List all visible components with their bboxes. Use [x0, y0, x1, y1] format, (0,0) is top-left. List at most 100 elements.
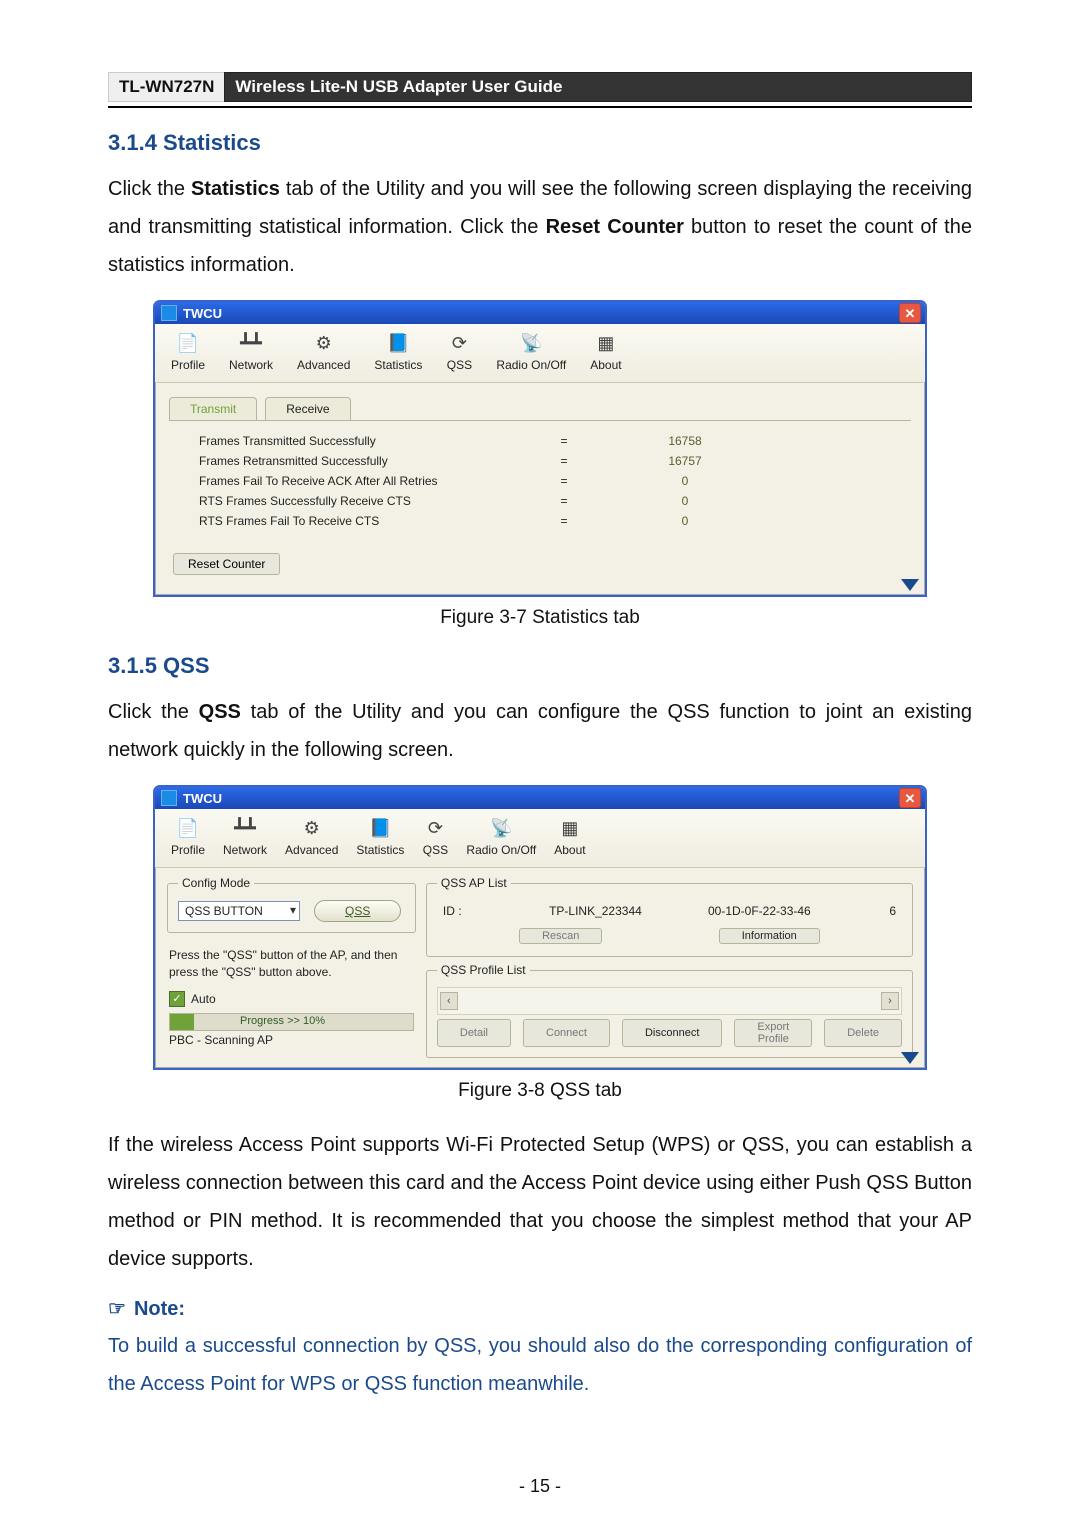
- tab-radio[interactable]: 📡Radio On/Off: [496, 332, 566, 372]
- toolbar: 📄Profile ┻┻ Network ⚙Advanced 📘Statistics…: [155, 324, 925, 383]
- qss-window: TWCU ✕ 📄Profile ┻┻Network ⚙ Advanced 📘 Sta…: [153, 785, 927, 1070]
- chevron-down-icon[interactable]: [901, 579, 919, 591]
- equals: =: [529, 434, 599, 448]
- tab-label: QSS: [423, 843, 448, 857]
- ap-index: 6: [876, 904, 896, 918]
- stat-label: Frames Retransmitted Successfully: [169, 454, 529, 468]
- kw-statistics: Statistics: [191, 178, 280, 200]
- tab-about[interactable]: ▦ About: [554, 817, 585, 857]
- window-close-button[interactable]: ✕: [899, 788, 921, 808]
- profile-list-legend: QSS Profile List: [437, 963, 530, 977]
- antenna-icon: 📡: [518, 332, 544, 354]
- ap-list-legend: QSS AP List: [437, 876, 511, 890]
- chevron-down-icon[interactable]: [901, 1052, 919, 1064]
- chevron-left-icon[interactable]: ‹: [440, 992, 458, 1010]
- config-mode-select[interactable]: QSS BUTTON: [178, 901, 300, 921]
- information-button[interactable]: Information: [719, 928, 820, 944]
- tab-label: Network: [229, 358, 273, 372]
- text: Click the: [108, 701, 199, 723]
- book-icon: 📘: [367, 817, 393, 839]
- table-row: Frames Retransmitted Successfully = 1675…: [169, 451, 911, 471]
- tab-statistics[interactable]: 📘Statistics: [374, 332, 422, 372]
- heading-qss: 3.1.5 QSS: [108, 653, 972, 679]
- table-row: RTS Frames Successfully Receive CTS = 0: [169, 491, 911, 511]
- tab-label: Advanced: [285, 843, 338, 857]
- antenna-icon: 📡: [488, 817, 514, 839]
- tab-about[interactable]: ▦About: [590, 332, 621, 372]
- statistics-window: TWCU ✕ 📄Profile ┻┻ Network ⚙Advanced 📘Sta…: [153, 300, 927, 597]
- tab-qss[interactable]: ⟳QSS: [446, 332, 472, 372]
- qss-hint-text: Press the "QSS" button of the AP, and th…: [169, 947, 416, 981]
- progress-fill: [170, 1014, 194, 1030]
- paragraph-qss-explain: If the wireless Access Point supports Wi…: [108, 1126, 972, 1278]
- page-number: - 15 -: [0, 1476, 1080, 1497]
- text: Click the: [108, 178, 191, 200]
- stat-value: 0: [599, 494, 911, 508]
- subtab-receive[interactable]: Receive: [265, 397, 350, 420]
- rescan-button[interactable]: Rescan: [519, 928, 602, 944]
- equals: =: [529, 494, 599, 508]
- window-title: TWCU: [183, 791, 222, 806]
- pointer-icon: ☞: [108, 1298, 126, 1320]
- table-row: RTS Frames Fail To Receive CTS = 0: [169, 511, 911, 531]
- titlebar: TWCU ✕: [155, 302, 925, 324]
- profile-icon: 📄: [175, 817, 201, 839]
- export-profile-button[interactable]: Export Profile: [734, 1019, 812, 1047]
- tab-label: About: [590, 358, 621, 372]
- tab-label: Radio On/Off: [466, 843, 536, 857]
- table-row: Frames Fail To Receive ACK After All Ret…: [169, 471, 911, 491]
- figure-caption-3-7: Figure 3-7 Statistics tab: [108, 607, 972, 629]
- profile-list-panel: QSS Profile List ‹ › Detail Connect Disc…: [426, 963, 913, 1058]
- heading-statistics: 3.1.4 Statistics: [108, 130, 972, 156]
- refresh-icon: ⟳: [422, 817, 448, 839]
- auto-checkbox-row[interactable]: ✓ Auto: [169, 991, 416, 1007]
- table-row: Frames Transmitted Successfully = 16758: [169, 431, 911, 451]
- refresh-icon: ⟳: [446, 332, 472, 354]
- qss-left-column: Config Mode QSS BUTTON QSS Press the "QS…: [167, 876, 416, 1064]
- tab-qss[interactable]: ⟳ QSS: [422, 817, 448, 857]
- note-body: To build a successful connection by QSS,…: [108, 1327, 972, 1403]
- status-text: PBC - Scanning AP: [169, 1033, 414, 1047]
- doc-header: TL-WN727N Wireless Lite-N USB Adapter Us…: [108, 72, 972, 102]
- qss-right-column: QSS AP List ID : TP-LINK_223344 00-1D-0F…: [426, 876, 913, 1064]
- checkbox-checked-icon[interactable]: ✓: [169, 991, 185, 1007]
- stat-value: 16757: [599, 454, 911, 468]
- network-icon: ┻┻: [238, 332, 264, 354]
- disconnect-button[interactable]: Disconnect: [622, 1019, 722, 1047]
- network-icon: ┻┻: [232, 817, 258, 839]
- tab-profile[interactable]: 📄Profile: [171, 817, 205, 857]
- profile-list-scroll[interactable]: ‹ ›: [437, 987, 902, 1015]
- tab-network[interactable]: ┻┻ Network: [229, 332, 273, 372]
- tab-advanced[interactable]: ⚙Advanced: [297, 332, 350, 372]
- note-label: Note:: [134, 1298, 185, 1320]
- auto-label: Auto: [191, 992, 216, 1006]
- about-icon: ▦: [557, 817, 583, 839]
- delete-button[interactable]: Delete: [824, 1019, 902, 1047]
- equals: =: [529, 514, 599, 528]
- qss-push-button[interactable]: QSS: [314, 900, 401, 922]
- window-close-button[interactable]: ✕: [899, 303, 921, 323]
- tab-label: Profile: [171, 358, 205, 372]
- gear-icon: ⚙: [299, 817, 325, 839]
- tab-network[interactable]: ┻┻Network: [223, 817, 267, 857]
- window-body: Config Mode QSS BUTTON QSS Press the "QS…: [155, 868, 925, 1068]
- tab-statistics[interactable]: 📘 Statistics: [356, 817, 404, 857]
- reset-counter-button[interactable]: Reset Counter: [173, 553, 280, 575]
- tab-label: Statistics: [356, 843, 404, 857]
- tab-label: Advanced: [297, 358, 350, 372]
- tab-advanced[interactable]: ⚙ Advanced: [285, 817, 338, 857]
- app-icon: [161, 790, 177, 806]
- tab-label: About: [554, 843, 585, 857]
- stat-value: 0: [599, 514, 911, 528]
- connect-button[interactable]: Connect: [523, 1019, 610, 1047]
- subtab-transmit[interactable]: Transmit: [169, 397, 257, 420]
- ap-list-row[interactable]: ID : TP-LINK_223344 00-1D-0F-22-33-46 6: [437, 900, 902, 922]
- tab-label: Statistics: [374, 358, 422, 372]
- config-mode-panel: Config Mode QSS BUTTON QSS: [167, 876, 416, 933]
- note-heading: ☞ Note:: [108, 1296, 972, 1321]
- tab-profile[interactable]: 📄Profile: [171, 332, 205, 372]
- tab-radio[interactable]: 📡 Radio On/Off: [466, 817, 536, 857]
- detail-button[interactable]: Detail: [437, 1019, 511, 1047]
- ap-ssid: TP-LINK_223344: [501, 904, 690, 918]
- chevron-right-icon[interactable]: ›: [881, 992, 899, 1010]
